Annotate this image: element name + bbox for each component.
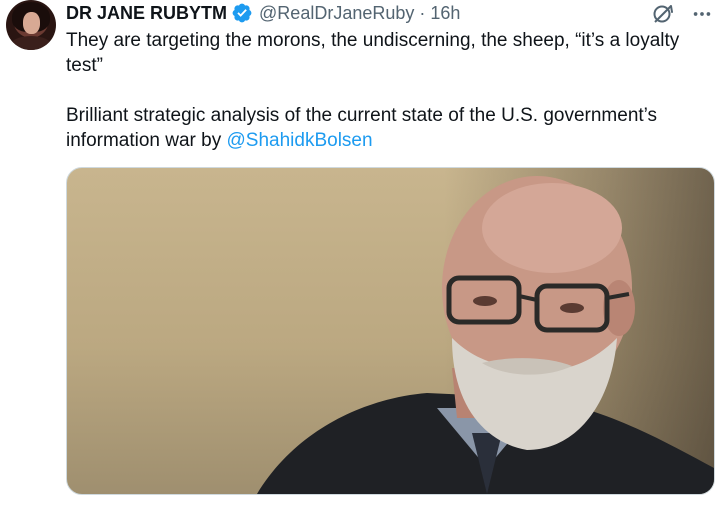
verified-badge-icon[interactable]: [231, 2, 253, 24]
tweet-text: They are targeting the morons, the undis…: [66, 28, 706, 153]
tweet-media-video[interactable]: [66, 167, 715, 495]
author-name[interactable]: DR JANE RUBYTM: [66, 3, 227, 24]
tweet-text-line1: They are targeting the morons, the undis…: [66, 30, 680, 76]
tweet-text-line2: Brilliant strategic analysis of the curr…: [66, 105, 658, 151]
tweet-actions-top: [651, 2, 713, 26]
avatar-face: [23, 12, 40, 34]
media-person-image: [257, 176, 714, 494]
more-options-icon[interactable]: [691, 3, 713, 25]
grok-icon[interactable]: [651, 2, 675, 26]
mention-link[interactable]: @ShahidkBolsen: [227, 130, 373, 151]
tweet-header: DR JANE RUBYTM @RealDrJaneRuby · 16h: [66, 2, 460, 24]
tweet-timestamp[interactable]: 16h: [430, 3, 460, 24]
header-separator: ·: [419, 2, 426, 23]
author-handle[interactable]: @RealDrJaneRuby: [259, 3, 414, 24]
author-avatar[interactable]: [6, 0, 56, 50]
avatar-shoulders: [10, 36, 52, 50]
